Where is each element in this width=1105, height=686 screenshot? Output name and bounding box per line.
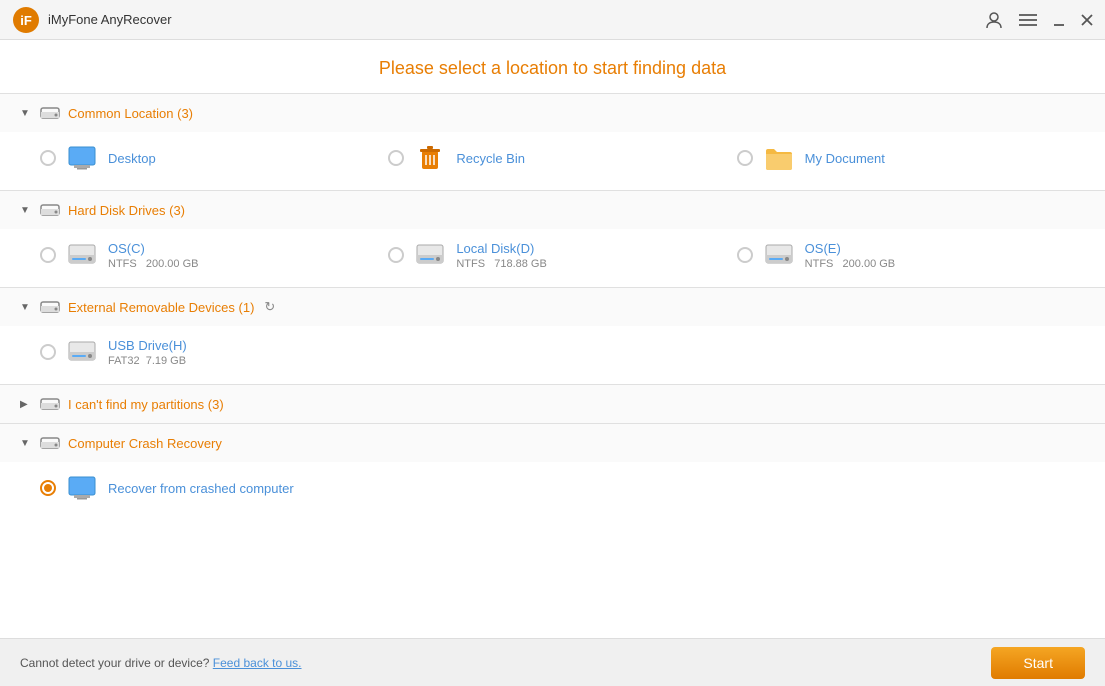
radio-recycle-bin[interactable] (388, 150, 404, 166)
item-usb-h[interactable]: USB Drive(H) FAT32 7.19 GB (40, 336, 1085, 368)
scroll-area[interactable]: ▼ Common Location (3) (0, 93, 1105, 638)
item-recycle-bin[interactable]: Recycle Bin (388, 142, 736, 174)
recover-crashed-label: Recover from crashed computer (108, 481, 294, 496)
app-title: iMyFone AnyRecover (48, 12, 985, 27)
menu-icon[interactable] (1019, 13, 1037, 27)
disk-d-info: Local Disk(D) NTFS 718.88 GB (456, 241, 546, 270)
start-button[interactable]: Start (991, 647, 1085, 679)
bottom-bar: Cannot detect your drive or device? Feed… (0, 638, 1105, 686)
common-location-grid: Desktop Recycl (0, 132, 1105, 190)
item-local-d[interactable]: Local Disk(D) NTFS 718.88 GB (388, 239, 736, 271)
usb-h-icon (66, 336, 98, 368)
section-header-common-location[interactable]: ▼ Common Location (3) (0, 94, 1105, 132)
section-title-hard-disk: Hard Disk Drives (3) (68, 203, 185, 218)
usb-h-info: USB Drive(H) FAT32 7.19 GB (108, 338, 187, 367)
radio-usb-h[interactable] (40, 344, 56, 360)
app-logo: iF (12, 6, 40, 34)
section-header-external[interactable]: ▼ External Removable Devices (1) ↻ (0, 288, 1105, 326)
profile-icon[interactable] (985, 11, 1003, 29)
arrow-hard-disk: ▼ (20, 205, 32, 216)
radio-inner-recover-crashed (44, 484, 52, 492)
hdd-d-icon (414, 239, 446, 271)
close-icon[interactable] (1081, 14, 1093, 26)
recover-crashed-icon (66, 472, 98, 504)
disk-d-meta: NTFS 718.88 GB (456, 258, 546, 270)
item-desktop-label: Desktop (108, 151, 156, 166)
arrow-common-location: ▼ (20, 108, 32, 119)
arrow-crash-recovery: ▼ (20, 438, 32, 449)
item-my-document-label: My Document (805, 151, 885, 166)
external-section-icon (40, 298, 60, 316)
window-controls (985, 11, 1093, 29)
radio-my-document[interactable] (737, 150, 753, 166)
svg-text:iF: iF (20, 13, 32, 28)
desktop-icon (66, 142, 98, 174)
section-title-cant-find: I can't find my partitions (3) (68, 397, 224, 412)
radio-os-e[interactable] (737, 247, 753, 263)
section-hard-disk: ▼ Hard Disk Drives (3) (0, 190, 1105, 287)
section-title-common-location: Common Location (3) (68, 106, 193, 121)
section-external: ▼ External Removable Devices (1) ↻ (0, 287, 1105, 384)
section-title-crash-recovery: Computer Crash Recovery (68, 436, 222, 451)
hard-disk-grid: OS(C) NTFS 200.00 GB (0, 229, 1105, 287)
disk-c-meta: NTFS 200.00 GB (108, 258, 198, 270)
bottom-static-text: Cannot detect your drive or device? (20, 656, 209, 670)
section-common-location: ▼ Common Location (3) (0, 93, 1105, 190)
arrow-external: ▼ (20, 302, 32, 313)
radio-desktop[interactable] (40, 150, 56, 166)
hdd-e-icon (763, 239, 795, 271)
radio-recover-crashed[interactable] (40, 480, 56, 496)
crash-items: Recover from crashed computer (0, 462, 1105, 520)
item-os-c[interactable]: OS(C) NTFS 200.00 GB (40, 239, 388, 271)
feedback-link[interactable]: Feed back to us. (213, 656, 302, 670)
hdd-section-icon (40, 201, 60, 219)
my-document-icon (763, 142, 795, 174)
bottom-text: Cannot detect your drive or device? Feed… (20, 656, 991, 670)
item-recycle-bin-label: Recycle Bin (456, 151, 525, 166)
disk-c-info: OS(C) NTFS 200.00 GB (108, 241, 198, 270)
item-recover-crashed[interactable]: Recover from crashed computer (40, 472, 1085, 504)
disk-e-name: OS(E) (805, 241, 895, 256)
disk-c-name: OS(C) (108, 241, 198, 256)
item-os-e[interactable]: OS(E) NTFS 200.00 GB (737, 239, 1085, 271)
section-header-cant-find[interactable]: ▶ I can't find my partitions (3) (0, 385, 1105, 423)
arrow-cant-find: ▶ (20, 399, 32, 410)
drive-icon (40, 104, 60, 122)
disk-e-info: OS(E) NTFS 200.00 GB (805, 241, 895, 270)
title-bar: iF iMyFone AnyRecover (0, 0, 1105, 40)
disk-d-name: Local Disk(D) (456, 241, 546, 256)
recycle-bin-icon (414, 142, 446, 174)
main-content: Please select a location to start findin… (0, 40, 1105, 638)
hdd-c-icon (66, 239, 98, 271)
radio-local-d[interactable] (388, 247, 404, 263)
section-title-external: External Removable Devices (1) (68, 300, 254, 315)
minimize-icon[interactable] (1053, 14, 1065, 26)
item-desktop[interactable]: Desktop (40, 142, 388, 174)
section-cant-find: ▶ I can't find my partitions (3) (0, 384, 1105, 423)
section-crash-recovery: ▼ Computer Crash Recovery (0, 423, 1105, 520)
page-header: Please select a location to start findin… (0, 40, 1105, 93)
external-items: USB Drive(H) FAT32 7.19 GB (0, 326, 1105, 384)
usb-h-meta: FAT32 7.19 GB (108, 355, 187, 367)
section-header-hard-disk[interactable]: ▼ Hard Disk Drives (3) (0, 191, 1105, 229)
item-my-document[interactable]: My Document (737, 142, 1085, 174)
usb-h-name: USB Drive(H) (108, 338, 187, 353)
radio-os-c[interactable] (40, 247, 56, 263)
refresh-icon[interactable]: ↻ (264, 299, 275, 315)
cant-find-section-icon (40, 395, 60, 413)
crash-section-icon (40, 434, 60, 452)
section-header-crash-recovery[interactable]: ▼ Computer Crash Recovery (0, 424, 1105, 462)
disk-e-meta: NTFS 200.00 GB (805, 258, 895, 270)
